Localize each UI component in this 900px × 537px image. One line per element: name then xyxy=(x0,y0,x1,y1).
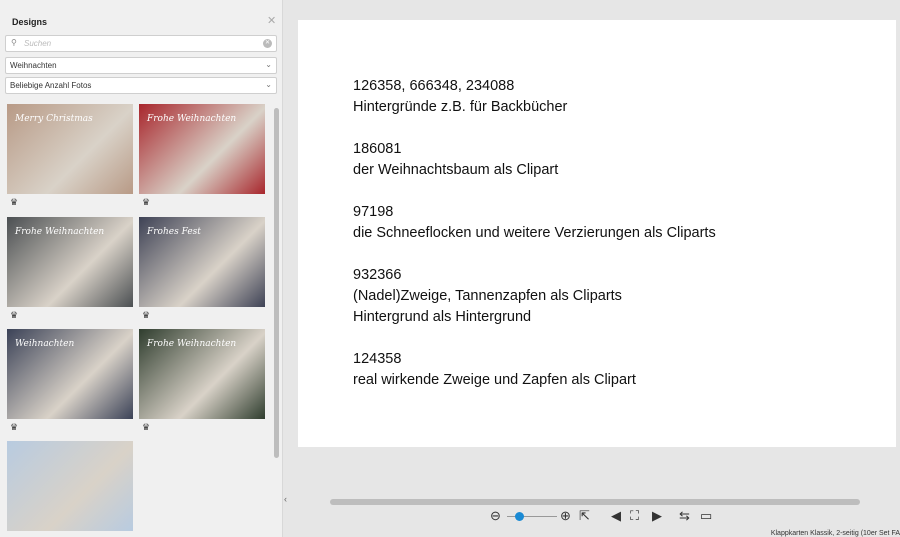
text-line: 186081 xyxy=(353,141,402,157)
chevron-down-icon: ⌄ xyxy=(265,80,272,89)
category-select[interactable]: Weihnachten ⌄ xyxy=(5,57,277,74)
paragraph: 97198 die Schneeflocken und weitere Verzi… xyxy=(353,202,716,244)
zoom-out-icon[interactable]: ⊖ xyxy=(490,508,501,524)
thumbnail-title: Frohe Weihnachten xyxy=(147,114,237,124)
design-thumbnail[interactable]: Merry Christmas xyxy=(7,104,133,194)
zoom-slider-handle[interactable] xyxy=(514,512,524,521)
text-line: 126358, 666348, 234088 xyxy=(353,78,515,94)
premium-crown-icon: ♛ xyxy=(142,422,151,432)
paragraph: 932366 (Nadel)Zweige, Tannenzapfen als Cl… xyxy=(353,265,716,328)
thumbnail-title: Merry Christmas xyxy=(15,114,93,124)
premium-crown-icon: ♛ xyxy=(142,197,151,207)
photos-filter-value: Beliebige Anzahl Fotos xyxy=(10,81,92,90)
horizontal-scrollbar[interactable] xyxy=(330,499,860,505)
paragraph: 124358 real wirkende Zweige und Zapfen al… xyxy=(353,349,716,391)
clear-icon[interactable]: ✕ xyxy=(263,39,272,48)
vertical-scrollbar[interactable] xyxy=(273,98,280,533)
design-thumbnail[interactable]: Frohe Weihnachten xyxy=(7,217,133,307)
premium-crown-icon: ♛ xyxy=(10,422,19,432)
paragraph: 126358, 666348, 234088 Hintergründe z.B. … xyxy=(353,76,716,118)
thumbnail-title: Frohes Fest xyxy=(147,227,201,237)
category-value: Weihnachten xyxy=(10,61,57,70)
design-thumbnail[interactable]: Frohe Weihnachten xyxy=(139,104,265,194)
swap-pages-icon[interactable]: ⇆ xyxy=(679,508,690,524)
design-thumbnail[interactable]: Weihnachten xyxy=(7,329,133,419)
thumbnail-title: Weihnachten xyxy=(15,339,75,349)
text-line: die Schneeflocken und weitere Verzierung… xyxy=(353,225,716,241)
text-line: 97198 xyxy=(353,204,394,220)
next-page-icon[interactable]: ▶ xyxy=(652,508,662,524)
panel-title: Designs xyxy=(12,17,48,27)
text-line: Hintergrund als Hintergrund xyxy=(353,309,532,325)
scroll-left-icon[interactable]: ‹ xyxy=(284,494,287,504)
design-thumbnail[interactable]: Frohes Fest xyxy=(139,217,265,307)
photos-filter-select[interactable]: Beliebige Anzahl Fotos ⌄ xyxy=(5,77,277,94)
thumbnail-title: Frohe Weihnachten xyxy=(147,339,237,349)
chevron-down-icon: ⌄ xyxy=(265,60,272,69)
close-icon[interactable]: ✕ xyxy=(267,14,276,27)
search-input[interactable]: ⚲ Suchen ✕ xyxy=(5,35,277,52)
zoom-in-icon[interactable]: ⊕ xyxy=(560,508,571,524)
search-placeholder: Suchen xyxy=(24,39,52,48)
document-text[interactable]: 126358, 666348, 234088 Hintergründe z.B. … xyxy=(353,76,716,412)
premium-crown-icon: ♛ xyxy=(142,310,151,320)
previous-page-icon[interactable]: ◀ xyxy=(611,508,621,524)
designs-panel: Designs ✕ ⚲ Suchen ✕ Weihnachten ⌄ Belieb… xyxy=(0,0,283,537)
search-icon: ⚲ xyxy=(11,38,17,47)
design-thumbnail[interactable] xyxy=(7,441,133,531)
premium-crown-icon: ♛ xyxy=(10,310,19,320)
thumbnail-title: Frohe Weihnachten xyxy=(15,227,105,237)
premium-crown-icon: ♛ xyxy=(10,197,19,207)
text-line: 124358 xyxy=(353,351,402,367)
status-text: Klappkarten Klassik, 2-seitig (10er Set … xyxy=(770,530,900,537)
document-page[interactable]: 126358, 666348, 234088 Hintergründe z.B. … xyxy=(298,20,896,447)
scrollbar-thumb[interactable] xyxy=(274,108,279,458)
text-line: real wirkende Zweige und Zapfen als Clip… xyxy=(353,372,636,388)
text-line: Hintergründe z.B. für Backbücher xyxy=(353,99,568,115)
fit-to-screen-icon[interactable]: ⛶ xyxy=(630,508,639,524)
ruler-icon[interactable]: ▭ xyxy=(700,508,712,524)
text-line: 932366 xyxy=(353,267,402,283)
paragraph: 186081 der Weihnachtsbaum als Clipart xyxy=(353,139,716,181)
move-to-icon[interactable]: ⇱ xyxy=(579,508,590,524)
design-thumbnail[interactable]: Frohe Weihnachten xyxy=(139,329,265,419)
text-line: der Weihnachtsbaum als Clipart xyxy=(353,162,559,178)
text-line: (Nadel)Zweige, Tannenzapfen als Cliparts xyxy=(353,288,622,304)
